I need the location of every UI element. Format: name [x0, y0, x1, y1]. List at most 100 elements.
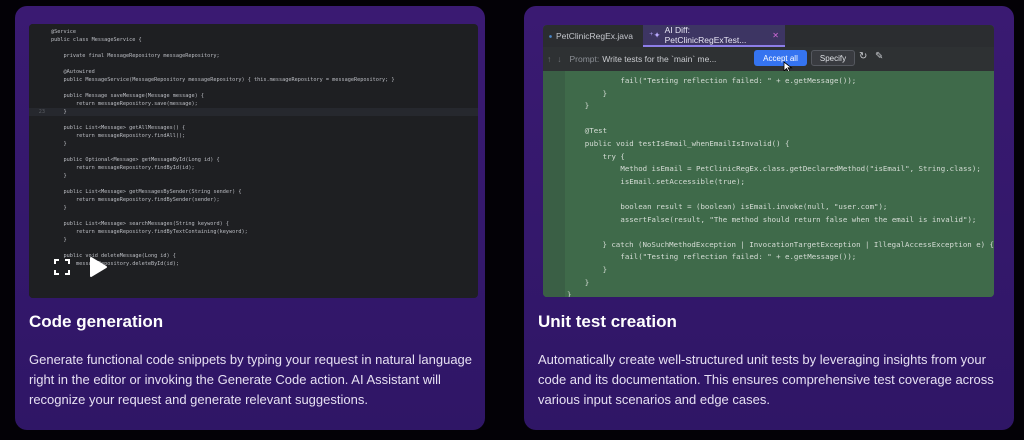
- code-line: }: [543, 277, 994, 290]
- arrow-down-icon[interactable]: ↓: [557, 54, 561, 64]
- code-line: } catch (NoSuchMethodException | Invocat…: [543, 239, 994, 252]
- code-line: [29, 44, 478, 52]
- line-number: [29, 244, 51, 252]
- line-number: [543, 176, 561, 189]
- card-description: Generate functional code snippets by typ…: [29, 352, 473, 407]
- line-number: [543, 264, 561, 277]
- code-line: Method isEmail = PetClinicRegEx.class.ge…: [543, 163, 994, 176]
- accept-all-button[interactable]: Accept all: [754, 50, 807, 66]
- code-text: @Test: [567, 126, 608, 136]
- generated-test-code: fail("Testing reflection failed: " + e.g…: [543, 75, 994, 297]
- tab-ai-diff[interactable]: ⁺✦ AI Diff: PetClinicRegExTest... ✕: [643, 25, 785, 47]
- line-number: [29, 92, 51, 100]
- code-text: messageRepository.deleteById(id);: [51, 261, 180, 267]
- code-line: }: [543, 100, 994, 113]
- ai-diff-editor: PetClinicRegEx.java ⁺✦ AI Diff: PetClini…: [543, 25, 994, 297]
- code-text: public List<Message> getMessagesBySender…: [51, 189, 242, 195]
- line-number: [29, 164, 51, 172]
- code-line: [543, 113, 994, 126]
- code-text: }: [51, 173, 67, 179]
- code-line: public List<Message> getMessagesBySender…: [29, 188, 478, 196]
- video-controls: [49, 254, 111, 280]
- tab-label: AI Diff: PetClinicRegExTest...: [664, 25, 747, 45]
- close-icon[interactable]: ✕: [772, 31, 779, 40]
- code-text: public Optional<Message> getMessageById(…: [51, 157, 220, 163]
- code-line: }: [543, 289, 994, 297]
- line-number: [29, 236, 51, 244]
- code-generation-card: @Service public class MessageService { pr…: [15, 6, 485, 430]
- line-number: [29, 76, 51, 84]
- code-line: }: [543, 88, 994, 101]
- code-line: [29, 244, 478, 252]
- code-line: }: [543, 264, 994, 277]
- diff-view: fail("Testing reflection failed: " + e.g…: [543, 71, 994, 297]
- code-line: public Message saveMessage(Message messa…: [29, 92, 478, 100]
- java-file-icon: [549, 34, 552, 38]
- code-editor-video[interactable]: @Service public class MessageService { pr…: [29, 24, 478, 298]
- code-text: @Autowired: [51, 69, 95, 75]
- line-number: [29, 212, 51, 220]
- fullscreen-button[interactable]: [49, 254, 75, 280]
- tab-petclinic-regex[interactable]: PetClinicRegEx.java: [543, 25, 639, 47]
- line-number: [543, 277, 561, 290]
- code-text: }: [51, 205, 67, 211]
- line-number: [29, 60, 51, 68]
- code-text: }: [567, 101, 590, 111]
- code-line: [29, 180, 478, 188]
- code-text: }: [567, 264, 608, 274]
- code-line: return messageRepository.save(message);: [29, 100, 478, 108]
- code-text: return messageRepository.save(message);: [51, 101, 198, 107]
- line-number: [543, 188, 561, 201]
- line-number: [29, 252, 51, 260]
- refresh-icon[interactable]: ↻: [859, 51, 867, 62]
- code-line: assertFalse(result, "The method should r…: [543, 214, 994, 227]
- code-line: public void testIsEmail_whenEmailIsInval…: [543, 138, 994, 151]
- edit-icon[interactable]: ✎: [875, 51, 883, 62]
- line-number: [29, 188, 51, 196]
- play-button[interactable]: [85, 254, 111, 280]
- code-text: public void testIsEmail_whenEmailIsInval…: [567, 138, 790, 148]
- ai-icon: ⁺✦: [649, 29, 661, 40]
- card-description: Automatically create well-structured uni…: [538, 352, 994, 407]
- line-number: [29, 124, 51, 132]
- line-number: [543, 151, 561, 164]
- line-number: [543, 125, 561, 138]
- code-text: public void deleteMessage(Long id) {: [51, 253, 176, 259]
- line-number: [29, 44, 51, 52]
- specify-button[interactable]: Specify: [811, 50, 855, 66]
- code-text: try {: [567, 151, 625, 161]
- unit-test-creation-card: PetClinicRegEx.java ⁺✦ AI Diff: PetClini…: [524, 6, 1014, 430]
- code-line: public List<Message> searchMessages(Stri…: [29, 220, 478, 228]
- code-text: }: [567, 290, 572, 297]
- code-line: }: [29, 140, 478, 148]
- line-number: [543, 100, 561, 113]
- code-content: @Service public class MessageService { pr…: [29, 28, 478, 268]
- line-number: [29, 116, 51, 124]
- code-line: [543, 188, 994, 201]
- code-text: Method isEmail = PetClinicRegEx.class.ge…: [567, 164, 981, 174]
- line-number: [543, 88, 561, 101]
- code-line: @Service: [29, 28, 478, 36]
- line-number: [29, 100, 51, 108]
- code-text: public Message saveMessage(Message messa…: [51, 93, 205, 99]
- line-number: [29, 260, 51, 268]
- line-number: [29, 172, 51, 180]
- line-number: [543, 163, 561, 176]
- play-icon: [90, 257, 107, 277]
- code-text: fail("Testing reflection failed: " + e.g…: [567, 252, 857, 262]
- line-number: [29, 68, 51, 76]
- arrow-up-icon[interactable]: ↑: [547, 54, 551, 64]
- tab-label: PetClinicRegEx.java: [555, 31, 633, 41]
- editor-tabbar: PetClinicRegEx.java ⁺✦ AI Diff: PetClini…: [543, 25, 994, 48]
- line-number: [543, 289, 561, 297]
- line-number: [29, 52, 51, 60]
- line-number: [29, 156, 51, 164]
